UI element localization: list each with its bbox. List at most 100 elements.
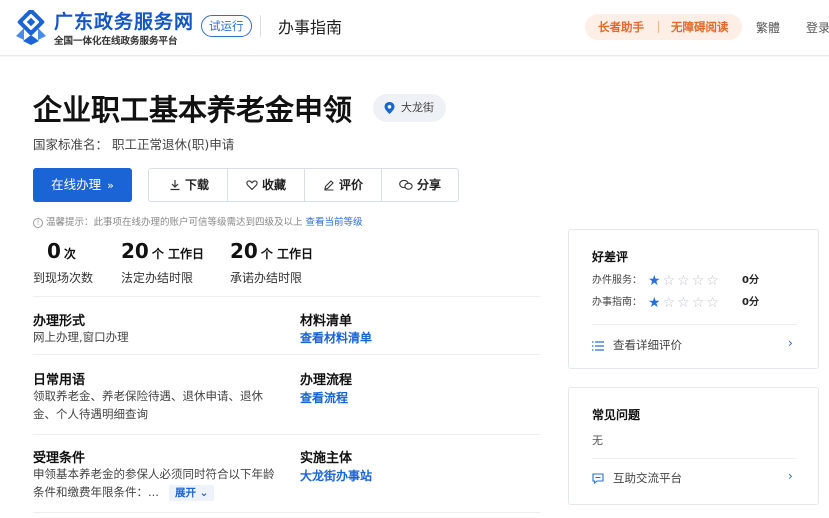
action-divider <box>227 169 228 201</box>
rating-stars: ★ ☆ ☆ ☆ ☆ <box>648 295 721 313</box>
faq-value: 无 <box>592 434 603 447</box>
rating-label: 办事指南： <box>592 297 642 308</box>
action-divider <box>304 169 305 201</box>
stat-unit: 个 工作日 <box>151 247 205 261</box>
star-empty-icon: ☆ <box>662 295 676 311</box>
mutual-platform-link[interactable]: 互助交流平台 <box>592 470 682 486</box>
stat-value: 20 <box>230 239 258 263</box>
guangdong-logo-icon[interactable] <box>13 10 49 46</box>
handling-mode-title: 办理形式 <box>33 314 86 329</box>
top-header: 广东政务服务网 全国一体化在线政务服务平台 试运行 办事指南 长者助手 无障碍阅… <box>0 0 829 56</box>
review-title: 好差评 <box>592 250 629 264</box>
chevron-right-icon[interactable]: › <box>788 336 793 350</box>
rating-row-service: 办件服务： ★ ☆ ☆ ☆ ☆ 0分 <box>592 273 759 289</box>
brand-subtitle: 全国一体化在线政务服务平台 <box>54 36 178 47</box>
download-icon <box>170 180 180 191</box>
rating-stars: ★ ☆ ☆ ☆ ☆ <box>648 273 721 291</box>
stat-label: 到现场次数 <box>33 271 94 285</box>
apply-online-label: 在线办理 <box>51 177 102 192</box>
stat-value: 0 <box>47 239 61 263</box>
expand-button[interactable]: 展开 ⌄ <box>168 485 215 501</box>
chat-box-icon <box>592 473 604 485</box>
pencil-icon <box>324 180 334 191</box>
section-divider <box>33 512 540 513</box>
common-terms-title: 日常用语 <box>33 373 86 388</box>
mutual-platform-label: 互助交流平台 <box>613 471 682 485</box>
detail-review-link[interactable]: 查看详细评价 <box>592 337 682 353</box>
rating-score: 0分 <box>742 297 759 308</box>
list-icon <box>592 341 604 351</box>
process-title: 办理流程 <box>300 373 353 388</box>
share-label: 分享 <box>417 178 442 192</box>
star-empty-icon: ☆ <box>691 295 705 311</box>
agency-title: 实施主体 <box>300 451 353 466</box>
stat-promised-time: 20 个 工作日 承诺办结时限 <box>230 239 314 285</box>
favorite-button[interactable]: 收藏 <box>246 169 306 201</box>
conditions-value: 申领基本养老金的参保人必须同时符合以下年龄条件和缴费年限条件：... 展开 ⌄ <box>33 465 279 501</box>
location-tag: 大龙街 <box>373 94 446 122</box>
tip-text: 温馨提示：此事项在线办理的账户可信等级需达到四级及以上 <box>46 217 303 228</box>
conditions-title: 受理条件 <box>33 451 86 466</box>
stat-value: 20 <box>121 239 149 263</box>
action-bar: 下载 收藏 评价 分享 <box>148 168 459 202</box>
star-empty-icon: ☆ <box>677 273 690 289</box>
stat-label: 法定办结时限 <box>121 271 194 285</box>
chevron-right-icon[interactable]: › <box>788 469 793 483</box>
download-label: 下载 <box>185 178 210 192</box>
section-divider <box>33 434 540 435</box>
main-content: 企业职工基本养老金申领 大龙街 国家标准名： 职工正常退休(职)申请 在线办理 »… <box>0 57 829 518</box>
star-empty-icon: ☆ <box>706 295 719 311</box>
faq-title: 常见问题 <box>592 408 641 422</box>
stat-unit: 个 工作日 <box>260 247 314 261</box>
location-label: 大龙街 <box>401 101 434 114</box>
rating-score: 0分 <box>742 275 759 286</box>
elder-mode-button[interactable]: 长者助手 <box>598 14 644 40</box>
location-pin-icon <box>384 102 395 114</box>
download-button[interactable]: 下载 <box>169 169 229 201</box>
common-terms-value: 领取养老金、养老保险待遇、退休申请、退休金、个人待遇明细查询 <box>33 389 263 421</box>
star-empty-icon: ☆ <box>662 273 676 289</box>
share-chat-icon <box>399 179 413 190</box>
guide-title: 办事指南 <box>278 18 343 37</box>
stat-unit: 次 <box>63 247 76 261</box>
traditional-chinese-link[interactable]: 繁體 <box>756 19 780 36</box>
apply-online-button[interactable]: 在线办理 » <box>33 168 132 202</box>
check-level-link[interactable]: 查看当前等级 <box>306 217 363 228</box>
review-button[interactable]: 评价 <box>323 169 383 201</box>
conditions-text: 申领基本养老金的参保人必须同时符合以下年龄条件和缴费年限条件：... <box>33 467 275 499</box>
info-icon: ! <box>33 218 43 228</box>
double-chevron-right-icon: » <box>107 179 114 192</box>
header-divider <box>260 15 261 37</box>
trial-badge: 试运行 <box>201 15 252 37</box>
accessibility-pill: 长者助手 无障碍阅读 <box>585 14 742 40</box>
stat-legal-time: 20 个 工作日 法定办结时限 <box>121 239 205 285</box>
card-divider <box>592 458 797 459</box>
accessible-reading-button[interactable]: 无障碍阅读 <box>671 14 729 40</box>
heart-icon <box>246 180 258 191</box>
star-empty-icon: ☆ <box>677 295 690 311</box>
handling-mode-value: 网上办理,窗口办理 <box>33 330 129 344</box>
stat-visits: 0次 到现场次数 <box>33 239 93 285</box>
materials-link[interactable]: 查看材料清单 <box>300 329 372 346</box>
detail-review-label: 查看详细评价 <box>613 338 682 352</box>
standard-name: 国家标准名： 职工正常退休(职)申请 <box>33 137 235 152</box>
agency-link[interactable]: 大龙街办事站 <box>300 467 372 484</box>
brand-name[interactable]: 广东政务服务网 <box>54 7 194 34</box>
notice-tip: ! 温馨提示：此事项在线办理的账户可信等级需达到四级及以上 查看当前等级 <box>33 214 363 228</box>
share-button[interactable]: 分享 <box>399 169 459 201</box>
star-filled-icon: ★ <box>648 295 661 311</box>
pill-divider <box>658 21 659 33</box>
action-divider <box>381 169 382 201</box>
rating-label: 办件服务： <box>592 275 642 286</box>
process-link[interactable]: 查看流程 <box>300 389 348 406</box>
chevron-down-icon: ⌄ <box>199 487 209 499</box>
page-title: 企业职工基本养老金申领 <box>33 93 353 127</box>
review-label: 评价 <box>339 178 364 192</box>
section-divider <box>33 296 540 297</box>
rating-row-guide: 办事指南： ★ ☆ ☆ ☆ ☆ 0分 <box>592 295 759 311</box>
star-empty-icon: ☆ <box>691 273 705 289</box>
star-filled-icon: ★ <box>648 273 661 289</box>
login-link[interactable]: 登录 <box>806 19 829 36</box>
star-empty-icon: ☆ <box>706 273 719 289</box>
materials-title: 材料清单 <box>300 314 353 329</box>
